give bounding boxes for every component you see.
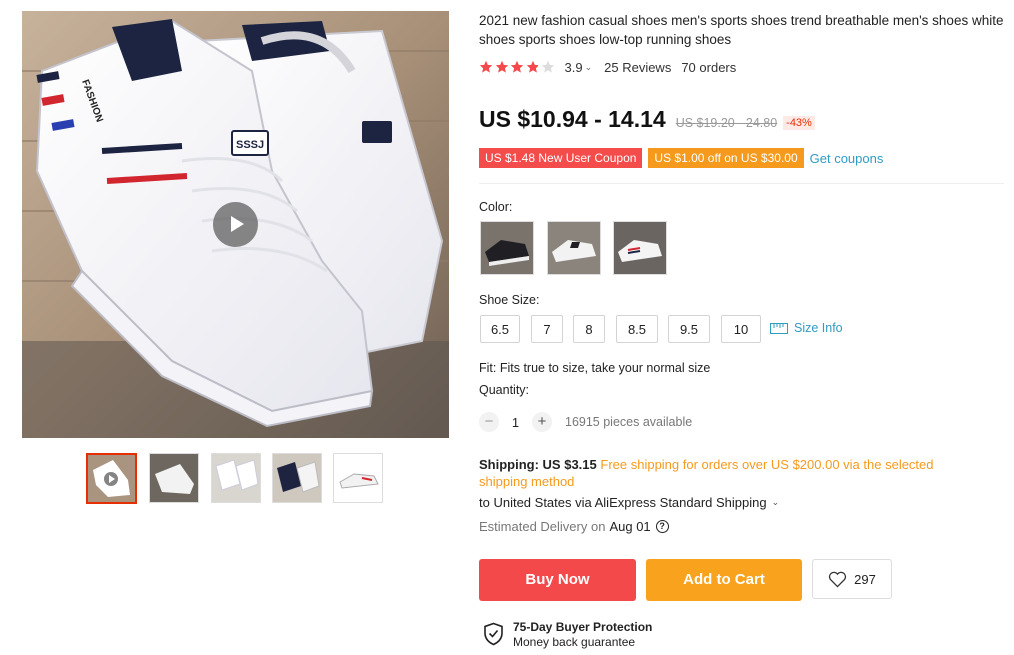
thumbnail-image (88, 455, 135, 502)
color-swatch-white-stripe[interactable] (613, 221, 667, 275)
product-title: 2021 new fashion casual shoes men's spor… (479, 13, 1004, 47)
divider (479, 183, 1004, 184)
star-rating (479, 60, 557, 74)
star-icon (495, 60, 508, 73)
shipping-method-label: to United States via AliExpress Standard… (479, 495, 767, 510)
fit-note: Fit: Fits true to size, take your normal… (479, 361, 711, 375)
price-row: US $10.94 - 14.14 US $19.20 - 24.80 -43% (479, 106, 815, 133)
reviews-link[interactable]: 25 Reviews (604, 60, 671, 75)
shipping-cost: Shipping: US $3.15 (479, 457, 597, 472)
color-swatch-white-black[interactable] (547, 221, 601, 275)
buyer-protection: 75-Day Buyer Protection Money back guara… (483, 620, 652, 650)
estimated-delivery-label: Estimated Delivery on (479, 519, 606, 534)
star-icon (526, 60, 539, 73)
thumbnail-image (150, 454, 198, 502)
new-user-coupon[interactable]: US $1.48 New User Coupon (479, 148, 643, 168)
size-option-10[interactable]: 10 (721, 315, 761, 343)
buy-now-button[interactable]: Buy Now (479, 559, 636, 601)
star-icon (510, 60, 524, 73)
quantity-stepper: − 1 + 16915 pieces available (479, 411, 692, 433)
discount-badge: -43% (783, 116, 815, 130)
shipping-method-selector[interactable]: to United States via AliExpress Standard… (479, 495, 779, 510)
chevron-down-icon: ⌄ (771, 497, 780, 507)
shipping-info: Shipping: US $3.15 Free shipping for ord… (479, 456, 979, 490)
delivery-date: Aug 01 (609, 519, 651, 534)
play-video-button[interactable] (213, 202, 258, 247)
help-icon[interactable]: ? (655, 520, 669, 533)
size-option-6-5[interactable]: 6.5 (480, 315, 520, 343)
svg-text:SSSJ: SSSJ (236, 139, 264, 151)
protection-subtitle: Money back guarantee (513, 635, 636, 649)
quantity-input[interactable]: 1 (499, 415, 532, 430)
quantity-decrease-button[interactable]: − (479, 412, 499, 432)
size-option-8-5[interactable]: 8.5 (616, 315, 658, 343)
thumbnail-2[interactable] (149, 453, 199, 503)
thumbnail-3[interactable] (211, 453, 261, 503)
thumbnail-4[interactable] (272, 453, 322, 503)
ruler-icon (770, 322, 788, 334)
swatch-image (481, 222, 533, 274)
heart-icon (829, 571, 847, 588)
protection-title: 75-Day Buyer Protection (513, 620, 653, 634)
original-price: US $19.20 - 24.80 (675, 116, 778, 130)
swatch-image (548, 222, 600, 274)
get-coupons-link[interactable]: Get coupons (810, 151, 884, 166)
star-icon (541, 60, 555, 73)
stock-available: 16915 pieces available (565, 415, 693, 429)
coupon-row: US $1.48 New User Coupon US $1.00 off on… (479, 148, 883, 168)
thumbnail-image (212, 454, 260, 502)
quantity-increase-button[interactable]: + (532, 412, 552, 432)
main-product-image[interactable]: SSSJ FASHION (22, 11, 449, 438)
size-info-label: Size Info (794, 321, 843, 335)
size-label: Shoe Size: (479, 293, 540, 307)
add-to-cart-button[interactable]: Add to Cart (646, 559, 802, 601)
thumbnail-image (334, 454, 382, 502)
thumbnail-5[interactable] (333, 453, 383, 503)
rating-value[interactable]: 3.9 (565, 60, 583, 75)
current-price: US $10.94 - 14.14 (479, 106, 666, 132)
size-info-link[interactable]: Size Info (770, 321, 843, 335)
size-option-9-5[interactable]: 9.5 (668, 315, 710, 343)
orders-count: 70 orders (681, 59, 737, 75)
size-option-8[interactable]: 8 (573, 315, 605, 343)
thumbnail-strip (86, 453, 386, 505)
quantity-label: Quantity: (479, 383, 530, 397)
size-option-7[interactable]: 7 (531, 315, 563, 343)
thumbnail-1[interactable] (86, 453, 137, 504)
wishlist-count: 297 (854, 571, 876, 587)
buyer-protection-text: 75-Day Buyer Protection Money back guara… (513, 620, 652, 650)
wishlist-button[interactable]: 297 (812, 559, 892, 599)
chevron-down-icon[interactable]: ⌄ (585, 62, 593, 73)
color-swatch-black-white[interactable] (480, 221, 534, 275)
store-coupon[interactable]: US $1.00 off on US $30.00 (648, 148, 804, 168)
estimated-delivery: Estimated Delivery on Aug 01 ? (479, 519, 669, 534)
thumbnail-image (273, 454, 321, 502)
rating-row: 3.9 ⌄ 25 Reviews 70 orders (479, 58, 736, 76)
swatch-image (614, 222, 666, 274)
shield-check-icon (484, 622, 503, 646)
color-label: Color: (479, 200, 513, 214)
star-icon (479, 60, 493, 73)
